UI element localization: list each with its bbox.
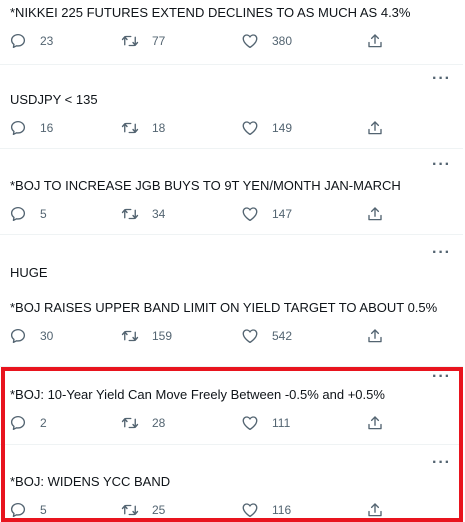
- reply-button[interactable]: 23: [9, 31, 53, 51]
- retweet-button[interactable]: 18: [121, 118, 165, 138]
- like-button[interactable]: 116: [241, 500, 291, 520]
- retweet-arrows-icon: [121, 32, 139, 50]
- more-dots-icon[interactable]: ···: [432, 245, 451, 261]
- retweet-count: 25: [152, 503, 166, 517]
- tweet-text: USDJPY < 135: [10, 92, 98, 107]
- retweet-count: 18: [152, 121, 166, 135]
- like-count: 380: [272, 34, 293, 48]
- tweet-text: *NIKKEI 225 FUTURES EXTEND DECLINES TO A…: [10, 5, 411, 20]
- share-button[interactable]: [366, 204, 384, 224]
- retweet-arrows-icon: [121, 327, 139, 345]
- more-dots-icon[interactable]: ···: [432, 455, 451, 471]
- reply-count: 16: [40, 121, 54, 135]
- heart-icon: [241, 119, 259, 137]
- retweet-count: 77: [152, 34, 166, 48]
- reply-bubble-icon: [9, 119, 27, 137]
- retweet-button[interactable]: 34: [121, 204, 165, 224]
- heart-icon: [241, 501, 259, 519]
- more-dots-icon[interactable]: ···: [432, 369, 451, 385]
- retweet-arrows-icon: [121, 205, 139, 223]
- heart-icon: [241, 205, 259, 223]
- like-count: 147: [272, 207, 293, 221]
- share-upload-icon: [366, 32, 384, 50]
- share-button[interactable]: [366, 326, 384, 346]
- reply-bubble-icon: [9, 32, 27, 50]
- reply-count: 2: [40, 416, 47, 430]
- retweet-arrows-icon: [121, 119, 139, 137]
- like-button[interactable]: 111: [241, 413, 290, 433]
- reply-bubble-icon: [9, 414, 27, 432]
- share-button[interactable]: [366, 31, 384, 51]
- retweet-button[interactable]: 25: [121, 500, 165, 520]
- tweet-item[interactable]: ··· *BOJ: WIDENS YCC BAND 5 25 116: [0, 444, 463, 521]
- reply-button[interactable]: 5: [9, 500, 47, 520]
- like-count: 111: [272, 416, 291, 430]
- like-button[interactable]: 149: [241, 118, 292, 138]
- tweet-text: *BOJ: WIDENS YCC BAND: [10, 474, 171, 489]
- reply-count: 5: [40, 207, 47, 221]
- reply-button[interactable]: 2: [9, 413, 47, 433]
- retweet-button[interactable]: 77: [121, 31, 165, 51]
- tweet-text-line-2: *BOJ RAISES UPPER BAND LIMIT ON YIELD TA…: [10, 300, 438, 315]
- tweet-text: *BOJ TO INCREASE JGB BUYS TO 9T YEN/MONT…: [10, 178, 401, 193]
- reply-button[interactable]: 30: [9, 326, 53, 346]
- heart-icon: [241, 327, 259, 345]
- share-button[interactable]: [366, 413, 384, 433]
- reply-count: 23: [40, 34, 54, 48]
- like-count: 542: [272, 329, 293, 343]
- reply-count: 5: [40, 503, 47, 517]
- like-button[interactable]: 147: [241, 204, 292, 224]
- retweet-button[interactable]: 28: [121, 413, 165, 433]
- heart-icon: [241, 32, 259, 50]
- heart-icon: [241, 414, 259, 432]
- like-count: 116: [272, 503, 292, 517]
- reply-count: 30: [40, 329, 54, 343]
- share-upload-icon: [366, 119, 384, 137]
- tweet-item[interactable]: ··· HUGE *BOJ RAISES UPPER BAND LIMIT ON…: [0, 234, 463, 367]
- tweet-text: HUGE: [10, 265, 48, 280]
- tweet-item[interactable]: ··· USDJPY < 135 16 18 149: [0, 64, 463, 149]
- tweet-item[interactable]: *NIKKEI 225 FUTURES EXTEND DECLINES TO A…: [0, 0, 463, 65]
- share-button[interactable]: [366, 500, 384, 520]
- retweet-arrows-icon: [121, 414, 139, 432]
- reply-button[interactable]: 16: [9, 118, 53, 138]
- retweet-arrows-icon: [121, 501, 139, 519]
- more-dots-icon[interactable]: ···: [432, 71, 451, 87]
- retweet-count: 28: [152, 416, 166, 430]
- more-dots-icon[interactable]: ···: [432, 157, 451, 173]
- share-upload-icon: [366, 414, 384, 432]
- retweet-count: 159: [152, 329, 173, 343]
- reply-bubble-icon: [9, 205, 27, 223]
- tweet-item[interactable]: ··· *BOJ: 10-Year Yield Can Move Freely …: [0, 366, 463, 445]
- reply-bubble-icon: [9, 327, 27, 345]
- reply-bubble-icon: [9, 501, 27, 519]
- share-button[interactable]: [366, 118, 384, 138]
- like-button[interactable]: 542: [241, 326, 292, 346]
- reply-button[interactable]: 5: [9, 204, 47, 224]
- retweet-button[interactable]: 159: [121, 326, 172, 346]
- retweet-count: 34: [152, 207, 166, 221]
- like-count: 149: [272, 121, 293, 135]
- share-upload-icon: [366, 501, 384, 519]
- like-button[interactable]: 380: [241, 31, 292, 51]
- tweet-item[interactable]: ··· *BOJ TO INCREASE JGB BUYS TO 9T YEN/…: [0, 148, 463, 235]
- tweet-text: *BOJ: 10-Year Yield Can Move Freely Betw…: [10, 387, 385, 402]
- share-upload-icon: [366, 327, 384, 345]
- share-upload-icon: [366, 205, 384, 223]
